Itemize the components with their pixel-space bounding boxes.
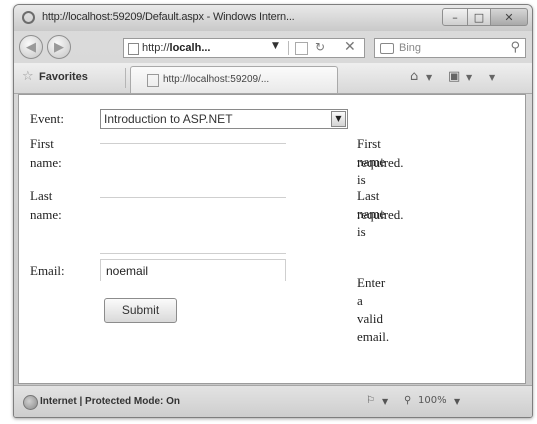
tab-label: http://localhost:59209/... <box>163 74 270 85</box>
email-label: Email: <box>30 263 65 278</box>
stop-icon[interactable]: ✕ <box>344 39 356 55</box>
browser-window: http://localhost:59209/Default.aspx - Wi… <box>13 4 533 418</box>
email-input-top-border <box>100 253 286 254</box>
favorites-button[interactable]: Favorites <box>39 71 88 83</box>
search-placeholder: Bing <box>399 42 422 54</box>
zoom-level[interactable]: 100% <box>418 395 447 406</box>
first-name-label-line2: name: <box>30 155 62 170</box>
tab-page-icon <box>147 74 159 87</box>
favorites-star-icon[interactable]: ☆ <box>22 69 34 84</box>
protected-mode-icon[interactable]: ⚐ <box>366 395 375 406</box>
submit-button[interactable]: Submit <box>104 298 177 323</box>
refresh-icon[interactable]: ↻ <box>315 40 325 54</box>
internet-zone-icon <box>23 395 38 410</box>
status-bar: Internet | Protected Mode: On ⚐ ▼ ⚲ 100%… <box>14 385 532 417</box>
feeds-icon[interactable]: ▣ <box>448 69 460 84</box>
ie-logo-icon <box>22 11 35 24</box>
event-label: Event: <box>30 111 64 126</box>
caption-buttons: – □ ✕ <box>442 8 528 26</box>
last-name-input[interactable] <box>100 197 286 198</box>
forward-button[interactable]: ▶ <box>47 35 71 59</box>
close-button[interactable]: ✕ <box>491 8 528 26</box>
more-commands-icon[interactable]: ▼ <box>489 73 495 82</box>
page-icon <box>128 43 139 55</box>
maximize-button[interactable]: □ <box>468 8 491 26</box>
first-name-label-line1: First <box>30 136 54 151</box>
home-dropdown-icon[interactable]: ▼ <box>426 73 432 82</box>
search-box[interactable]: Bing ⚲ <box>374 38 526 58</box>
address-dropdown-icon[interactable]: ▼ <box>272 41 279 51</box>
navigation-bar: ◀ ▶ http://localh... ▼ ↻ ✕ Bing ⚲ <box>14 31 532 63</box>
compatibility-view-icon[interactable] <box>295 42 308 55</box>
favorites-bar: ☆ Favorites http://localhost:59209/... ⌂… <box>14 63 532 94</box>
last-name-label-line2: name: <box>30 207 62 222</box>
browser-tab[interactable]: http://localhost:59209/... <box>130 66 338 93</box>
forward-arrow-icon: ▶ <box>54 39 64 55</box>
first-name-error-line2: required. <box>357 155 404 170</box>
event-selected-value: Introduction to ASP.NET <box>104 112 233 126</box>
protected-mode-dropdown-icon[interactable]: ▼ <box>382 397 388 406</box>
email-input-value: noemail <box>106 264 149 278</box>
address-bar[interactable]: http://localh... ▼ ↻ ✕ <box>123 38 365 58</box>
security-zone-text: Internet | Protected Mode: On <box>40 396 181 407</box>
last-name-error-line2: required. <box>357 207 404 222</box>
page-content: Event: Introduction to ASP.NET ▼ First n… <box>18 94 526 384</box>
window-title: http://localhost:59209/Default.aspx - Wi… <box>42 11 295 23</box>
last-name-label-line1: Last <box>30 188 53 203</box>
feeds-dropdown-icon[interactable]: ▼ <box>466 73 472 82</box>
email-input[interactable]: noemail <box>100 259 286 281</box>
back-arrow-icon: ◀ <box>26 39 36 55</box>
back-button[interactable]: ◀ <box>19 35 43 59</box>
favorites-separator <box>125 68 126 88</box>
search-icon[interactable]: ⚲ <box>510 40 520 55</box>
chevron-down-icon[interactable]: ▼ <box>331 111 346 127</box>
address-separator <box>288 41 289 55</box>
title-bar[interactable]: http://localhost:59209/Default.aspx - Wi… <box>14 5 532 31</box>
search-provider-icon <box>380 43 394 54</box>
address-url: http://localh... <box>142 42 211 54</box>
zoom-icon[interactable]: ⚲ <box>404 395 411 406</box>
first-name-input[interactable] <box>100 143 286 144</box>
zoom-dropdown-icon[interactable]: ▼ <box>454 397 460 406</box>
minimize-button[interactable]: – <box>442 8 468 26</box>
email-error: Enter a valid email. <box>357 275 390 344</box>
event-select[interactable]: Introduction to ASP.NET ▼ <box>100 109 348 129</box>
home-icon[interactable]: ⌂ <box>410 69 418 84</box>
